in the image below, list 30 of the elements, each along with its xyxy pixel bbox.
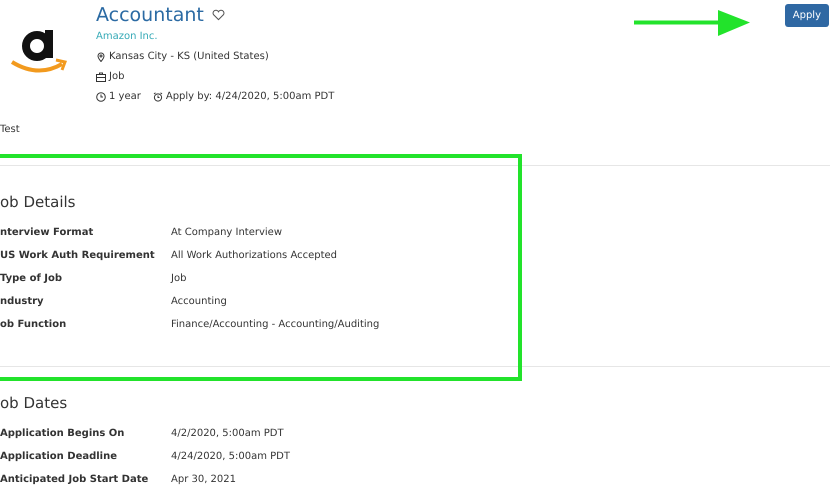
field-label: ndustry — [0, 296, 45, 307]
field-value: Job — [171, 273, 186, 284]
field-value: 4/24/2020, 5:00am PDT — [171, 451, 290, 462]
section-heading: ob Dates — [0, 394, 68, 412]
job-type-text: Job — [109, 71, 124, 82]
field-value: Accounting — [171, 296, 227, 307]
field-label: Application Deadline — [0, 451, 118, 462]
job-title: Accountant — [96, 4, 204, 26]
heart-icon[interactable] — [212, 9, 225, 21]
location-text: Kansas City - KS (United States) — [109, 51, 269, 62]
apply-button[interactable]: Apply — [784, 4, 829, 27]
field-label: ob Function — [0, 319, 68, 330]
duration-text: 1 year — [109, 91, 141, 102]
field-label: Application Begins On — [0, 428, 126, 439]
briefcase-icon — [96, 72, 106, 82]
field-value: At Company Interview — [171, 227, 282, 238]
section-heading: ob Details — [0, 193, 76, 211]
field-value: Apr 30, 2021 — [171, 474, 236, 485]
description-text: Test — [0, 124, 21, 135]
field-label: US Work Auth Requirement — [0, 250, 156, 261]
field-label: nterview Format — [0, 227, 94, 238]
field-label: Type of Job — [0, 273, 64, 284]
clock-icon — [96, 92, 106, 102]
field-value: Finance/Accounting - Accounting/Auditing — [171, 319, 380, 330]
alarm-clock-icon — [152, 92, 163, 102]
pin-icon — [96, 52, 106, 62]
deadline-text: Apply by: 4/24/2020, 5:00am PDT — [166, 91, 334, 102]
field-label: Anticipated Job Start Date — [0, 474, 150, 485]
field-value: 4/2/2020, 5:00am PDT — [171, 428, 284, 439]
field-value: All Work Authorizations Accepted — [171, 250, 338, 261]
